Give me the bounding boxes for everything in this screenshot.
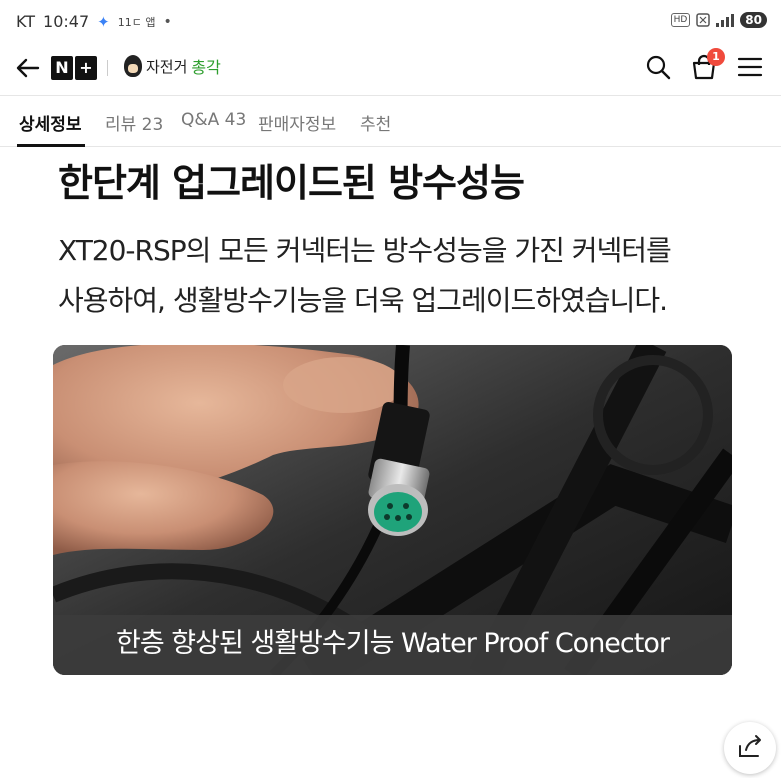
product-photo: 한층 향상된 생활방수기능 Water Proof Conector [53,345,732,675]
search-icon [646,55,671,80]
brand-name: 자전거 [146,57,188,76]
app-header: N + 자전거 총각 1 [0,44,781,94]
description-line-1: XT20-RSP의 모든 커넥터는 방수성능을 가진 커넥터를 [58,234,672,267]
product-tabs: 상세정보 리뷰 23 Q&A 43 판매자정보 추천 [0,95,781,147]
store-brand[interactable]: 자전거 총각 [124,54,221,78]
carrier-label: KT [16,12,36,31]
back-button[interactable] [14,54,42,82]
share-button[interactable] [724,722,776,774]
menu-button[interactable] [737,54,763,80]
clock: 10:47 [43,12,90,31]
status-left: KT 10:47 ✦ 11ㄷ 앱 • [16,12,172,31]
tab-recommend[interactable]: 추천 [360,110,391,135]
hamburger-menu-icon [737,57,763,77]
cart-button[interactable]: 1 [691,48,725,80]
tab-qna[interactable]: Q&A 43 [181,110,246,130]
brand-name-accent: 총각 [191,58,221,77]
tab-reviews[interactable]: 리뷰 23 [105,110,163,135]
arrow-left-icon [16,58,40,78]
section-title: 한단계 업그레이드된 방수성능 [58,161,525,205]
sparkle-icon: ✦ [97,12,110,31]
logo-letter-n: N [51,56,73,80]
search-button[interactable] [645,54,671,80]
header-divider [107,60,108,76]
battery-indicator: 80 [740,12,767,28]
section-description: XT20-RSP의 모든 커넥터는 방수성능을 가진 커넥터를 사용하여, 생활… [58,226,672,326]
nplus-logo[interactable]: N + [51,56,97,80]
photo-caption: 한층 향상된 생활방수기능 Water Proof Conector [53,615,732,675]
lte-icon [696,13,711,27]
status-right: HD 80 [670,12,767,28]
signal-icon [716,13,735,27]
brand-mascot-icon [124,55,142,77]
hd-voice-icon: HD [670,13,691,27]
status-bar: KT 10:47 ✦ 11ㄷ 앱 • HD 80 [0,0,781,44]
share-icon [739,735,761,757]
cart-count-badge: 1 [707,48,725,66]
header-actions: 1 [645,48,763,80]
app-notification-label: 11ㄷ 앱 [117,15,156,29]
tab-seller-info[interactable]: 판매자정보 [258,110,336,135]
active-tab-indicator [17,144,85,147]
description-line-2: 사용하여, 생활방수기능을 더욱 업그레이드하였습니다. [58,284,668,317]
logo-letter-plus: + [75,56,97,80]
notification-dot: • [163,13,172,30]
tab-details[interactable]: 상세정보 [19,110,82,135]
